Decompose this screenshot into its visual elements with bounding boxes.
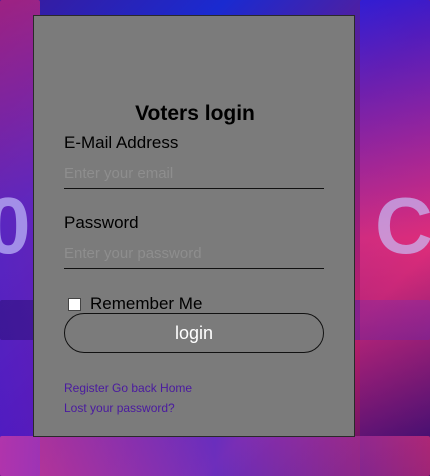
remember-me: Remember Me <box>68 294 202 314</box>
email-field[interactable] <box>64 159 324 189</box>
background-decor: C <box>375 181 430 270</box>
page-title: Voters login <box>135 102 255 125</box>
password-label: Password <box>64 213 139 232</box>
lost-password-link[interactable]: Lost your password? <box>64 401 175 415</box>
email-label: E-Mail Address <box>64 133 179 152</box>
register-link[interactable]: Register <box>64 381 109 395</box>
home-link[interactable]: Go back Home <box>112 381 192 395</box>
footer-links: Register Go back Home Lost your password… <box>64 378 192 418</box>
login-card: Voters login E-Mail Address Password Rem… <box>33 15 355 437</box>
background-decor: 0 <box>0 181 31 270</box>
remember-me-checkbox[interactable] <box>68 297 81 311</box>
remember-me-label: Remember Me <box>90 294 203 313</box>
password-field[interactable] <box>64 239 324 269</box>
login-button[interactable]: login <box>64 313 324 353</box>
